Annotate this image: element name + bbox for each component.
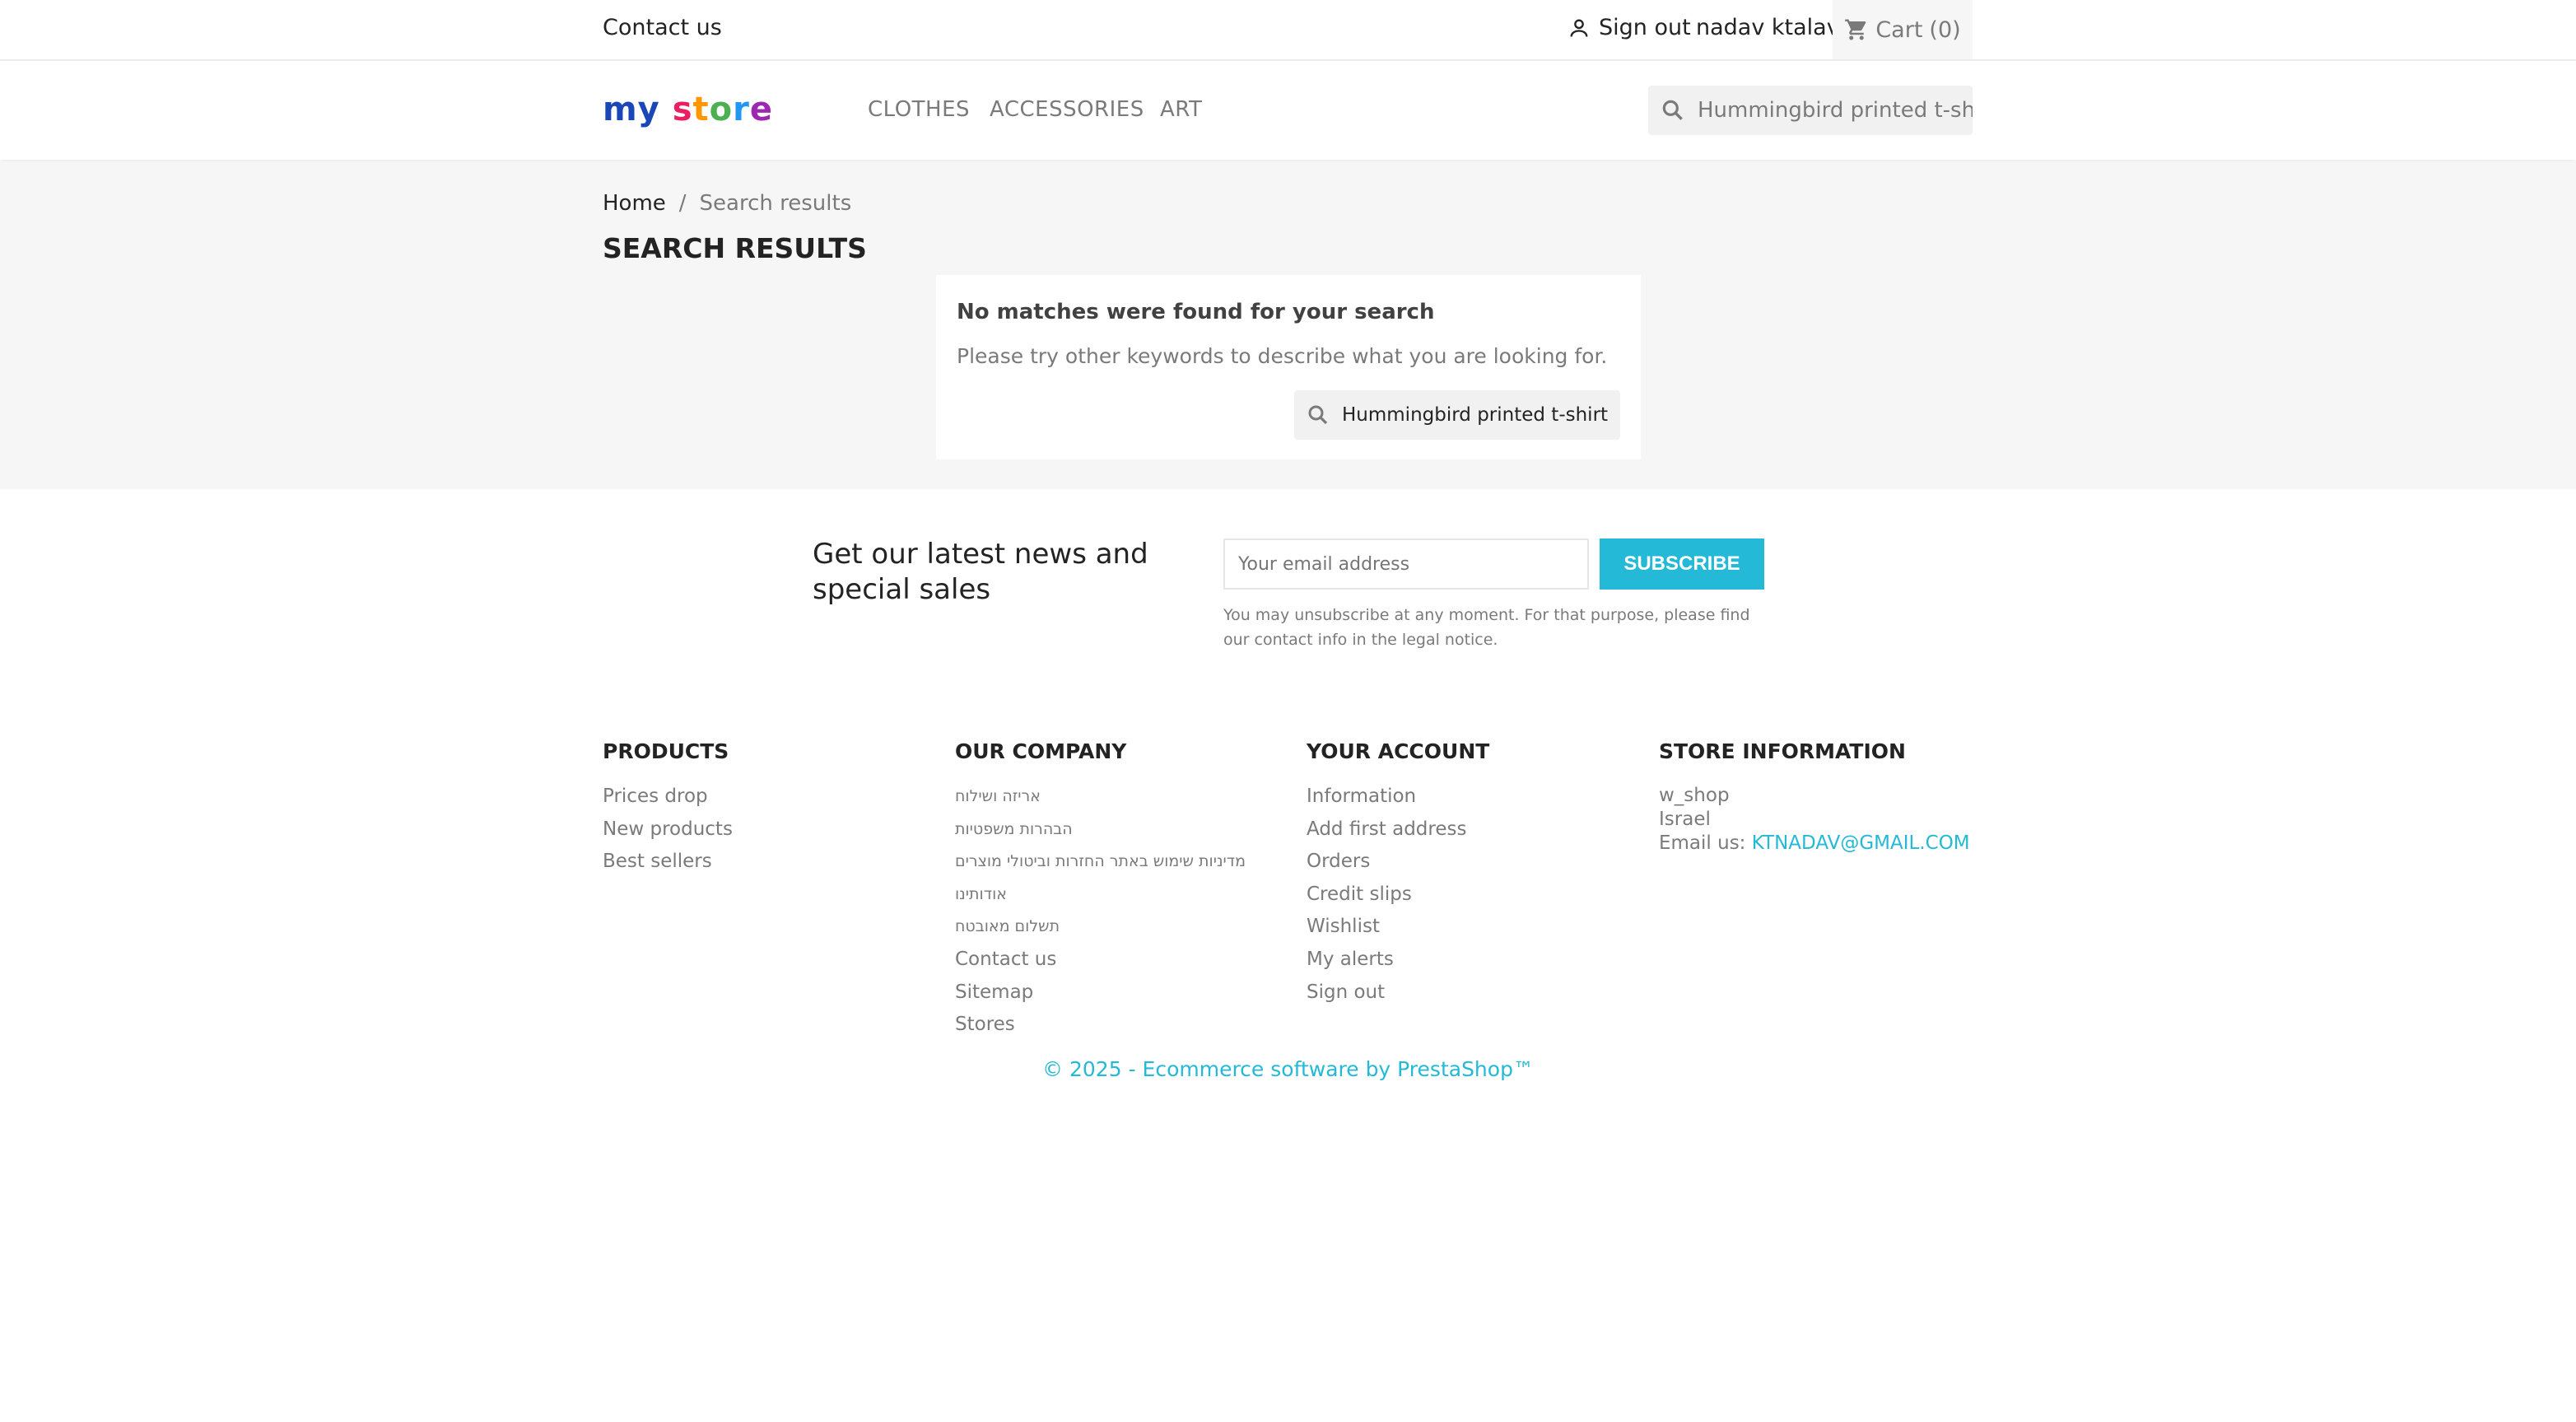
account-username-link[interactable]: nadav ktalav <box>1696 15 1840 40</box>
no-match-heading: No matches were found for your search <box>957 300 1435 324</box>
page-title: SEARCH RESULTS <box>603 232 867 264</box>
store-name: w_shop <box>1659 785 1730 806</box>
nav-art[interactable]: ART <box>1160 97 1202 122</box>
footer-link-terms[interactable]: מדיניות שימוש באתר החזרות וביטולי מוצרים <box>955 849 1246 882</box>
footer-link-sign-out[interactable]: Sign out <box>1307 980 1466 1013</box>
store-country: Israel <box>1659 809 1711 830</box>
footer-link-add-address[interactable]: Add first address <box>1307 817 1466 850</box>
results-search-input[interactable]: Hummingbird printed t-shirt <box>1294 390 1620 440</box>
store-email-link[interactable]: KTNADAV@GMAIL.COM <box>1752 832 1970 854</box>
cart-label: Cart <box>1875 16 1923 43</box>
store-email-line: Email us: KTNADAV@GMAIL.COM <box>1659 832 1970 856</box>
newsletter-email-input[interactable] <box>1223 538 1589 590</box>
footer-link-credit-slips[interactable]: Credit slips <box>1307 882 1466 915</box>
breadcrumb: Home / Search results <box>603 191 851 216</box>
main-header <box>0 61 2576 160</box>
footer-link-new-products[interactable]: New products <box>603 817 733 850</box>
store-info: w_shop Israel Email us: KTNADAV@GMAIL.CO… <box>1659 784 1970 856</box>
header-search-value: Hummingbird printed t-shirt <box>1698 98 1973 123</box>
footer-account-list: Information Add first address Orders Cre… <box>1307 784 1466 1012</box>
nav-accessories[interactable]: ACCESSORIES <box>990 97 1144 122</box>
nav-clothes[interactable]: CLOTHES <box>868 97 970 122</box>
results-search-value: Hummingbird printed t-shirt <box>1342 404 1609 426</box>
subscribe-button[interactable]: SUBSCRIBE <box>1600 538 1764 590</box>
cart-button[interactable]: Cart (0) <box>1833 0 1973 59</box>
breadcrumb-current: Search results <box>699 191 852 216</box>
footer-store-title: STORE INFORMATION <box>1659 739 1906 763</box>
breadcrumb-separator: / <box>678 191 687 216</box>
sign-out-label: Sign out <box>1599 15 1691 40</box>
sign-out-link[interactable]: Sign out <box>1567 15 1691 40</box>
logo-my: my <box>603 91 660 128</box>
search-icon <box>1662 100 1683 120</box>
footer-link-stores[interactable]: Stores <box>955 1012 1246 1045</box>
cart-count: (0) <box>1929 16 1961 43</box>
no-match-hint: Please try other keywords to describe wh… <box>957 344 1608 368</box>
store-logo[interactable]: my store <box>603 91 773 128</box>
footer-link-secure-payment[interactable]: תשלום מאובטח <box>955 914 1246 947</box>
footer-link-alerts[interactable]: My alerts <box>1307 947 1466 980</box>
footer-link-contact[interactable]: Contact us <box>955 947 1246 980</box>
footer-link-sitemap[interactable]: Sitemap <box>955 980 1246 1013</box>
footer-link-best-sellers[interactable]: Best sellers <box>603 849 733 882</box>
footer-products-list: Prices drop New products Best sellers <box>603 784 733 882</box>
footer-link-orders[interactable]: Orders <box>1307 849 1466 882</box>
footer-account-title: YOUR ACCOUNT <box>1307 739 1490 763</box>
search-icon <box>1308 405 1328 425</box>
header-search-input[interactable]: Hummingbird printed t-shirt <box>1648 86 1973 135</box>
newsletter-title: Get our latest news and special sales <box>813 538 1148 606</box>
footer-link-wishlist[interactable]: Wishlist <box>1307 914 1466 947</box>
footer-link-about[interactable]: אודותינו <box>955 882 1246 915</box>
footer-company-list: אריזה ושילוח הבהרות משפטיות מדיניות שימו… <box>955 784 1246 1045</box>
user-icon <box>1570 19 1588 37</box>
footer-link-prices-drop[interactable]: Prices drop <box>603 784 733 817</box>
footer-company-title: OUR COMPANY <box>955 739 1127 763</box>
newsletter-note: You may unsubscribe at any moment. For t… <box>1223 606 1750 649</box>
store-email-label: Email us: <box>1659 832 1746 854</box>
footer-products-title: PRODUCTS <box>603 739 729 763</box>
footer-link-shipping[interactable]: אריזה ושילוח <box>955 784 1246 817</box>
footer-link-legal[interactable]: הבהרות משפטיות <box>955 817 1246 850</box>
cart-icon <box>1845 19 1866 40</box>
logo-store: store <box>672 91 773 128</box>
contact-us-link[interactable]: Contact us <box>603 15 722 40</box>
breadcrumb-home[interactable]: Home <box>603 191 666 216</box>
copyright-link[interactable]: © 2025 - Ecommerce software by PrestaSho… <box>0 1057 2576 1081</box>
top-bar <box>0 0 2576 61</box>
footer-link-information[interactable]: Information <box>1307 784 1466 817</box>
